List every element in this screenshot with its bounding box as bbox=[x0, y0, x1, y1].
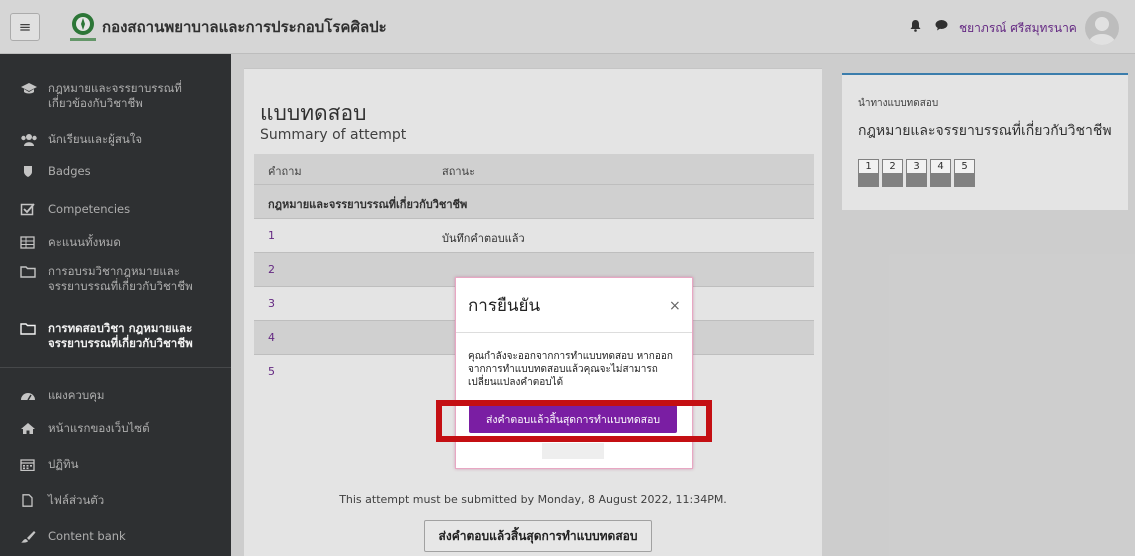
modal-divider bbox=[456, 332, 692, 333]
highlight-box bbox=[436, 400, 712, 442]
close-icon[interactable]: × bbox=[669, 298, 681, 314]
modal-message: คุณกำลังจะออกจากการทำแบบทดสอบ หากออกจากก… bbox=[468, 351, 673, 388]
cancel-button[interactable] bbox=[542, 443, 604, 459]
modal-title: การยืนยัน bbox=[468, 296, 541, 316]
